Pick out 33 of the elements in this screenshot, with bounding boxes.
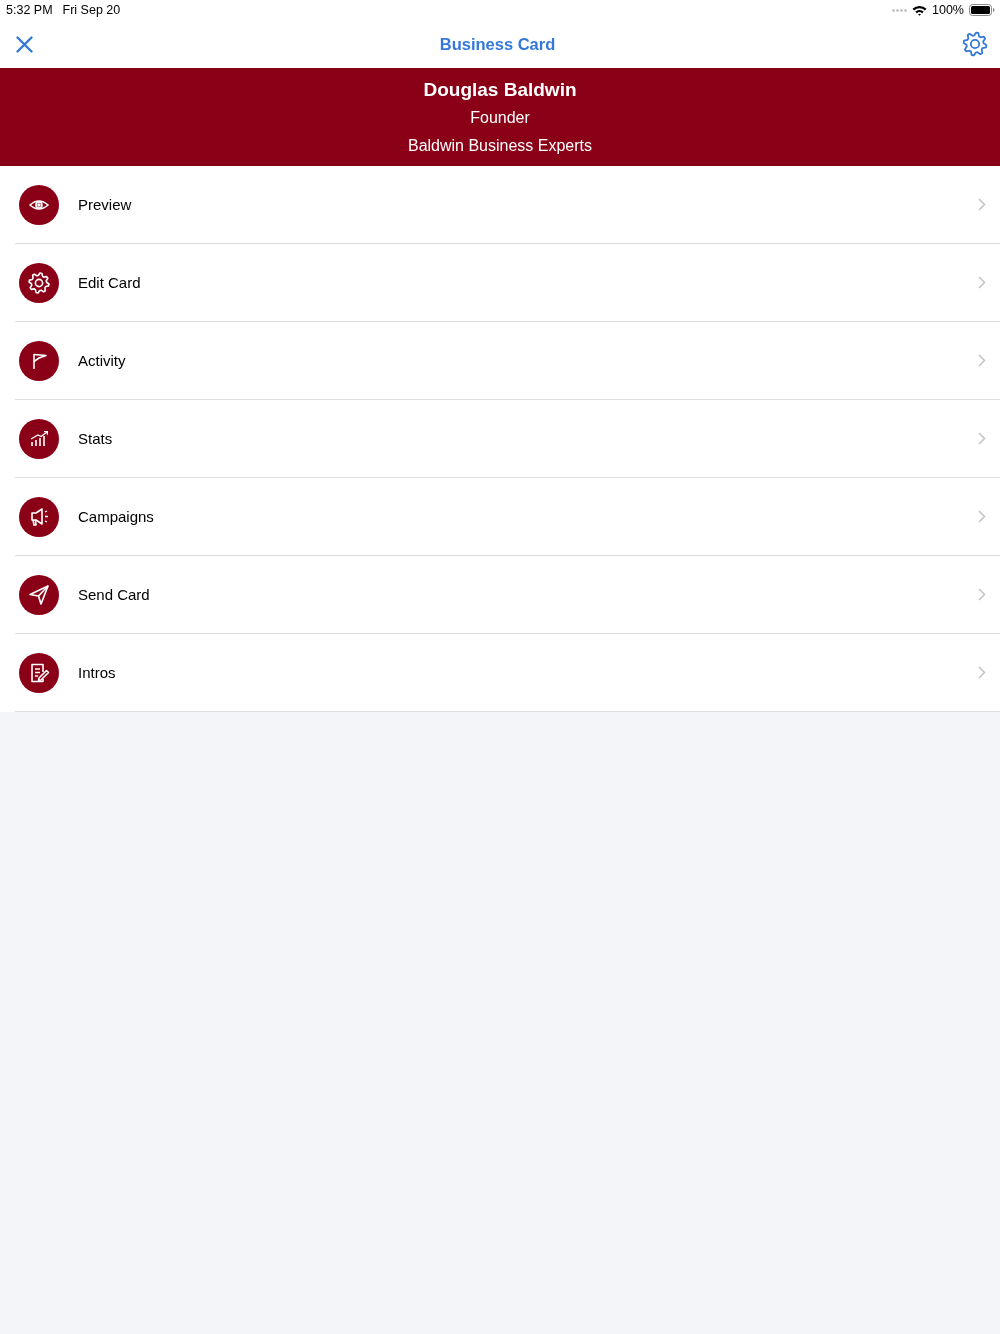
megaphone-icon [19,496,59,537]
profile-name: Douglas Baldwin [422,78,578,102]
menu-item[interactable]: Edit Card [15,244,1000,322]
eye-icon [19,184,59,225]
document-pencil-icon [19,652,59,693]
close-icon [16,35,33,53]
chevron-right-icon [978,198,986,211]
settings-icon [962,31,988,57]
chevron-right-icon [978,666,986,679]
flag-icon [19,340,59,381]
chevron-right-icon [978,588,986,601]
status-time: 5:32 PM [6,3,53,17]
paper-plane-icon [19,574,59,615]
battery-percentage: 100% [932,3,964,17]
battery-icon [969,4,995,16]
cellular-signal-icon [892,8,907,12]
chevron-right-icon [978,354,986,367]
profile-title: Founder [469,108,531,128]
profile-company: Baldwin Business Experts [406,136,594,156]
chevron-right-icon [978,276,986,289]
menu-item[interactable]: Campaigns [15,478,1000,556]
chevron-right-icon [978,432,986,445]
nav-title: Business Card [439,34,556,54]
gear-icon [19,262,59,303]
menu-item[interactable]: Activity [15,322,1000,400]
wifi-icon [912,4,927,16]
menu-item[interactable]: Stats [15,400,1000,478]
bar-chart-icon [19,418,59,459]
menu-item[interactable]: Send Card [15,556,1000,634]
menu-item[interactable]: Intros [15,634,1000,712]
status-date: Fri Sep 20 [62,3,121,17]
menu-item[interactable]: Preview [15,166,1000,244]
chevron-right-icon [978,510,986,523]
